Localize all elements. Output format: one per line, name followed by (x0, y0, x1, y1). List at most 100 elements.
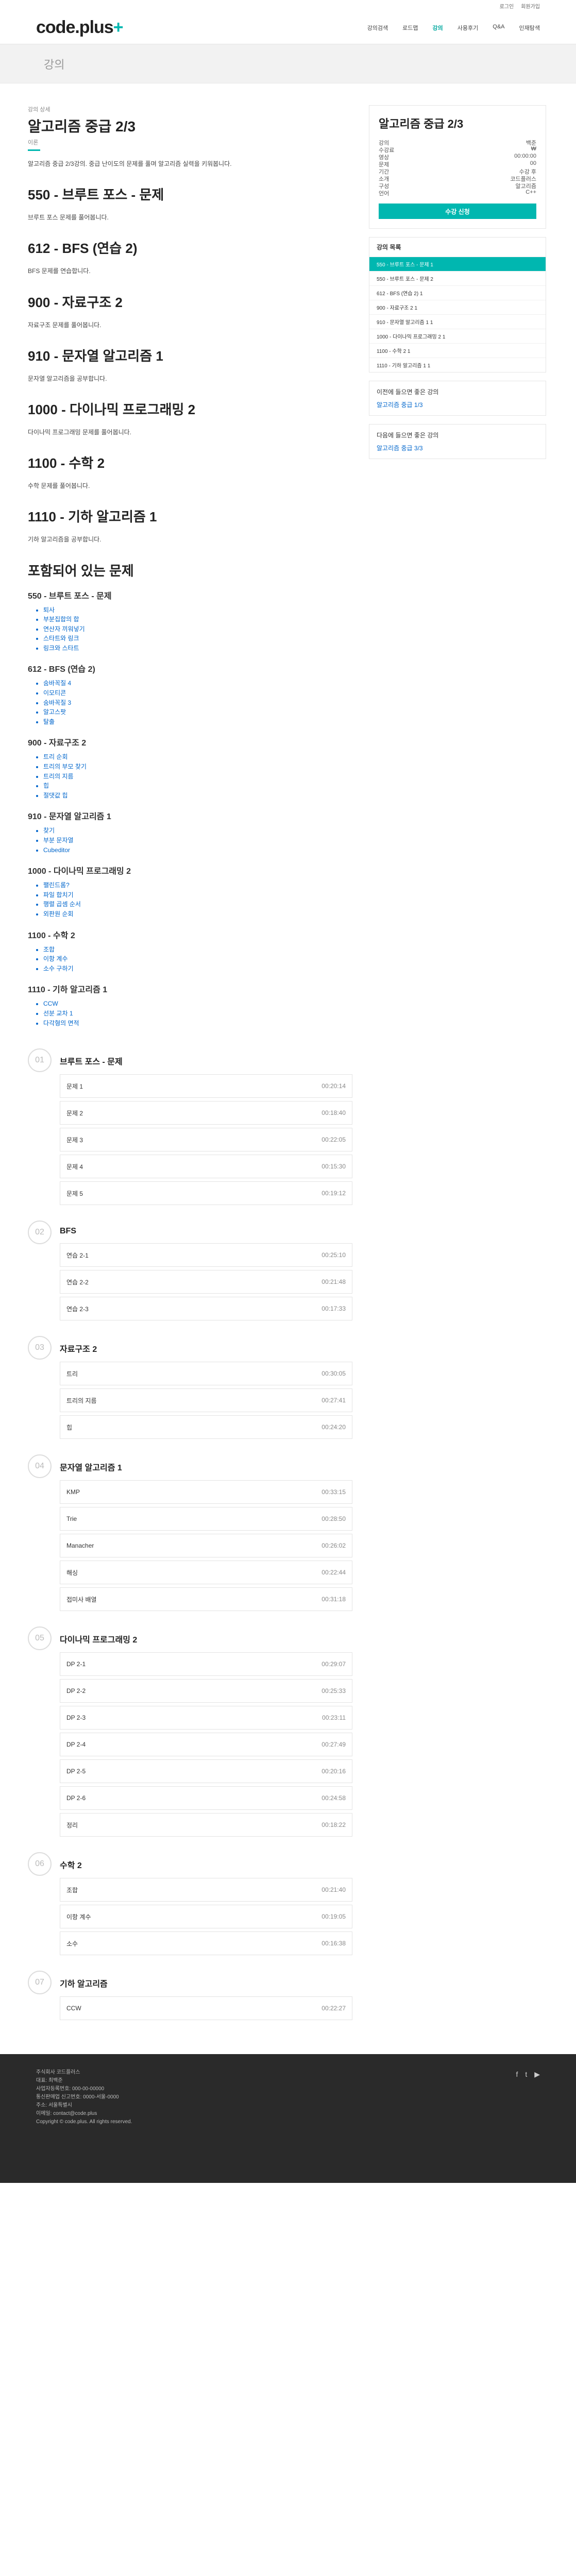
nav-item[interactable]: 사용후기 (458, 24, 478, 32)
lesson-row[interactable]: DP 2-5 00:20:16 (60, 1759, 352, 1784)
lesson-row[interactable]: 연습 2-1 00:25:10 (60, 1243, 352, 1267)
lesson-row[interactable]: 연습 2-3 00:17:33 (60, 1297, 352, 1321)
lecture-item[interactable]: 910 - 문자열 알고리즘 1 1 (369, 314, 546, 329)
lesson-row[interactable]: DP 2-3 00:23:11 (60, 1706, 352, 1730)
nav-item[interactable]: Q&A (493, 24, 504, 32)
lesson-title: 접미사 배열 (66, 1596, 97, 1603)
lesson-row[interactable]: 소수 00:16:38 (60, 1931, 352, 1956)
problem-link[interactable]: 이항 계수 (43, 954, 352, 964)
problem-link[interactable]: 이모티콘 (43, 688, 352, 698)
problem-link[interactable]: 부분집합의 합 (43, 615, 352, 624)
chapter: 04 문자열 알고리즘 1 KMP 00:33:15 Trie 00:28:50 Manac… (28, 1454, 352, 1614)
lecture-list: 강의 목록 550 - 브루트 포스 - 문제 1 550 - 브루트 포스 - … (369, 237, 546, 372)
lesson-row[interactable]: DP 2-2 00:25:33 (60, 1679, 352, 1703)
lecture-item[interactable]: 550 - 브루트 포스 - 문제 1 (369, 257, 546, 271)
lesson-row[interactable]: 문제 5 00:19:12 (60, 1181, 352, 1206)
info-label: 문제 (379, 162, 389, 168)
problem-link[interactable]: 탈출 (43, 717, 352, 727)
problem-link[interactable]: 트리 순회 (43, 752, 352, 762)
problem-link[interactable]: 절댓값 힙 (43, 791, 352, 801)
problem-link[interactable]: 팰린드롬? (43, 880, 352, 890)
nav-item[interactable]: 강의검색 (367, 24, 388, 32)
lesson-row[interactable]: 문제 3 00:22:05 (60, 1128, 352, 1152)
facebook-icon[interactable]: f (516, 2069, 518, 2080)
problem-list: 조합이항 계수소수 구하기 (43, 945, 352, 974)
next-course-link[interactable]: 알고리즘 중급 3/3 (377, 444, 538, 452)
problem-link[interactable]: Cubeditor (43, 845, 352, 855)
lecture-item[interactable]: 1100 - 수학 2 1 (369, 343, 546, 358)
problem-link[interactable]: 스타트와 링크 (43, 634, 352, 643)
lesson-title: DP 2-4 (66, 1741, 86, 1749)
lesson-row[interactable]: 문제 2 00:18:40 (60, 1101, 352, 1125)
problem-link[interactable]: CCW (43, 999, 352, 1009)
problem-link[interactable]: 행렬 곱셈 순서 (43, 900, 352, 909)
lesson-title: DP 2-3 (66, 1714, 86, 1722)
lesson-row[interactable]: 접미사 배열 00:31:18 (60, 1587, 352, 1612)
lesson-row[interactable]: 연습 2-2 00:21:48 (60, 1270, 352, 1294)
lesson-duration: 00:17:33 (321, 1305, 346, 1313)
lesson-title: DP 2-6 (66, 1794, 86, 1802)
lesson-row[interactable]: Trie 00:28:50 (60, 1507, 352, 1531)
problem-link[interactable]: 숨바꼭질 4 (43, 679, 352, 688)
chapter: 07 기하 알고리즘 CCW 00:22:27 (28, 1971, 352, 2023)
login-link[interactable]: 로그인 (500, 2, 514, 10)
group-title: 1000 - 다이나믹 프로그래밍 2 (28, 867, 131, 876)
problem-link[interactable]: 선분 교차 1 (43, 1009, 352, 1019)
problem-link[interactable]: 트리의 부모 찾기 (43, 762, 352, 772)
problem-link[interactable]: 퇴사 (43, 605, 352, 615)
nav-item[interactable]: 강의 (433, 24, 443, 32)
lesson-row[interactable]: 힙 00:24:20 (60, 1415, 352, 1439)
lesson-row[interactable]: Manacher 00:26:02 (60, 1534, 352, 1558)
problem-link[interactable]: 외판원 순회 (43, 909, 352, 919)
lesson-row[interactable]: KMP 00:33:15 (60, 1480, 352, 1504)
problem-link[interactable]: 알고스팟 (43, 707, 352, 717)
problem-link[interactable]: 힙 (43, 781, 352, 791)
info-value: 코드플러스 (510, 176, 536, 182)
lesson-row[interactable]: CCW 00:22:27 (60, 1996, 352, 2021)
nav-item[interactable]: 로드맵 (402, 24, 418, 32)
lesson-row[interactable]: 트리의 지름 00:27:41 (60, 1388, 352, 1413)
enroll-button[interactable]: 수강 신청 (379, 204, 536, 219)
logo[interactable]: code.plus+ (36, 18, 124, 38)
lesson-row[interactable]: 정리 00:18:22 (60, 1813, 352, 1837)
problem-link[interactable]: 파일 합치기 (43, 890, 352, 900)
nav-item[interactable]: 인재탐색 (519, 24, 540, 32)
lesson-duration: 00:20:14 (321, 1082, 346, 1090)
lesson-duration: 00:25:10 (321, 1251, 346, 1259)
problem-link[interactable]: 숨바꼭질 3 (43, 698, 352, 708)
problem-link[interactable]: 부분 문자열 (43, 836, 352, 845)
lecture-item[interactable]: 612 - BFS (연습 2) 1 (369, 285, 546, 300)
lesson-title: Trie (66, 1515, 77, 1523)
lesson-row[interactable]: DP 2-1 00:29:07 (60, 1652, 352, 1676)
topic-desc: BFS 문제를 연습합니다. (28, 267, 91, 275)
lecture-item[interactable]: 550 - 브루트 포스 - 문제 2 (369, 271, 546, 285)
lecture-item[interactable]: 1110 - 기하 알고리즘 1 1 (369, 358, 546, 372)
chapter-body: 문자열 알고리즘 1 KMP 00:33:15 Trie 00:28:50 Manache… (60, 1454, 352, 1614)
problem-link[interactable]: 연산자 끼워넣기 (43, 624, 352, 634)
lesson-row[interactable]: DP 2-4 00:27:49 (60, 1733, 352, 1757)
problem-link[interactable]: 트리의 지름 (43, 772, 352, 782)
lecture-item[interactable]: 900 - 자료구조 2 1 (369, 300, 546, 314)
problem-link[interactable]: 조합 (43, 945, 352, 955)
lecture-item[interactable]: 1000 - 다이나믹 프로그래밍 2 1 (369, 329, 546, 343)
lesson-row[interactable]: DP 2-6 00:24:58 (60, 1786, 352, 1810)
problem-link[interactable]: 링크와 스타트 (43, 643, 352, 653)
info-row: 영상 00:00:00 (379, 153, 536, 161)
twitter-icon[interactable]: t (525, 2069, 527, 2080)
prev-course-link[interactable]: 알고리즘 중급 1/3 (377, 400, 538, 409)
info-label: 영상 (379, 155, 389, 161)
lesson-row[interactable]: 이항 계수 00:19:05 (60, 1905, 352, 1929)
problem-link[interactable]: 찾기 (43, 826, 352, 836)
lesson-row[interactable]: 문제 4 00:15:30 (60, 1155, 352, 1179)
signup-link[interactable]: 회원가입 (521, 2, 540, 10)
problem-link[interactable]: 소수 구하기 (43, 964, 352, 974)
youtube-icon[interactable]: ▶ (534, 2069, 540, 2080)
footer-line: 사업자등록번호: 000-00-00000 (36, 2086, 105, 2092)
lesson-row[interactable]: 문제 1 00:20:14 (60, 1074, 352, 1098)
info-row: 기간 수강 후 (379, 167, 536, 175)
lesson-row[interactable]: 조합 00:21:40 (60, 1878, 352, 1902)
lesson-row[interactable]: 트리 00:30:05 (60, 1362, 352, 1386)
problem-link[interactable]: 다각형의 면적 (43, 1019, 352, 1028)
lesson-row[interactable]: 해싱 00:22:44 (60, 1561, 352, 1585)
info-label: 강의 (379, 140, 389, 146)
